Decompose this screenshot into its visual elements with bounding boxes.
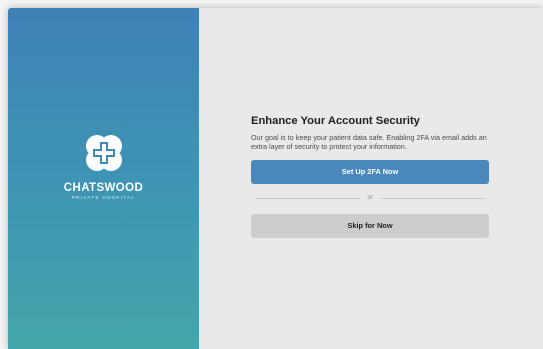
- brand-subtitle: PRIVATE HOSPITAL: [71, 195, 136, 200]
- divider-label: or: [367, 195, 373, 202]
- security-prompt-card: Enhance Your Account Security Our goal i…: [251, 115, 489, 238]
- brand-name: CHATSWOOD: [63, 182, 144, 194]
- app-window: CHATSWOOD PRIVATE HOSPITAL Enhance Your …: [8, 8, 543, 349]
- security-description: Our goal is to keep your patient data sa…: [251, 133, 487, 152]
- brand-logo: CHATSWOOD PRIVATE HOSPITAL: [8, 132, 199, 200]
- divider-line-right: [379, 197, 485, 199]
- setup-2fa-button[interactable]: Set Up 2FA Now: [251, 159, 489, 184]
- skip-button[interactable]: Skip for Now: [251, 213, 489, 238]
- content-panel: Enhance Your Account Security Our goal i…: [199, 8, 543, 349]
- page-title: Enhance Your Account Security: [251, 115, 420, 127]
- or-divider: or: [251, 192, 489, 205]
- chatswood-cross-logo-icon: [85, 135, 122, 171]
- brand-panel: CHATSWOOD PRIVATE HOSPITAL: [8, 8, 199, 349]
- divider-line-left: [255, 197, 361, 199]
